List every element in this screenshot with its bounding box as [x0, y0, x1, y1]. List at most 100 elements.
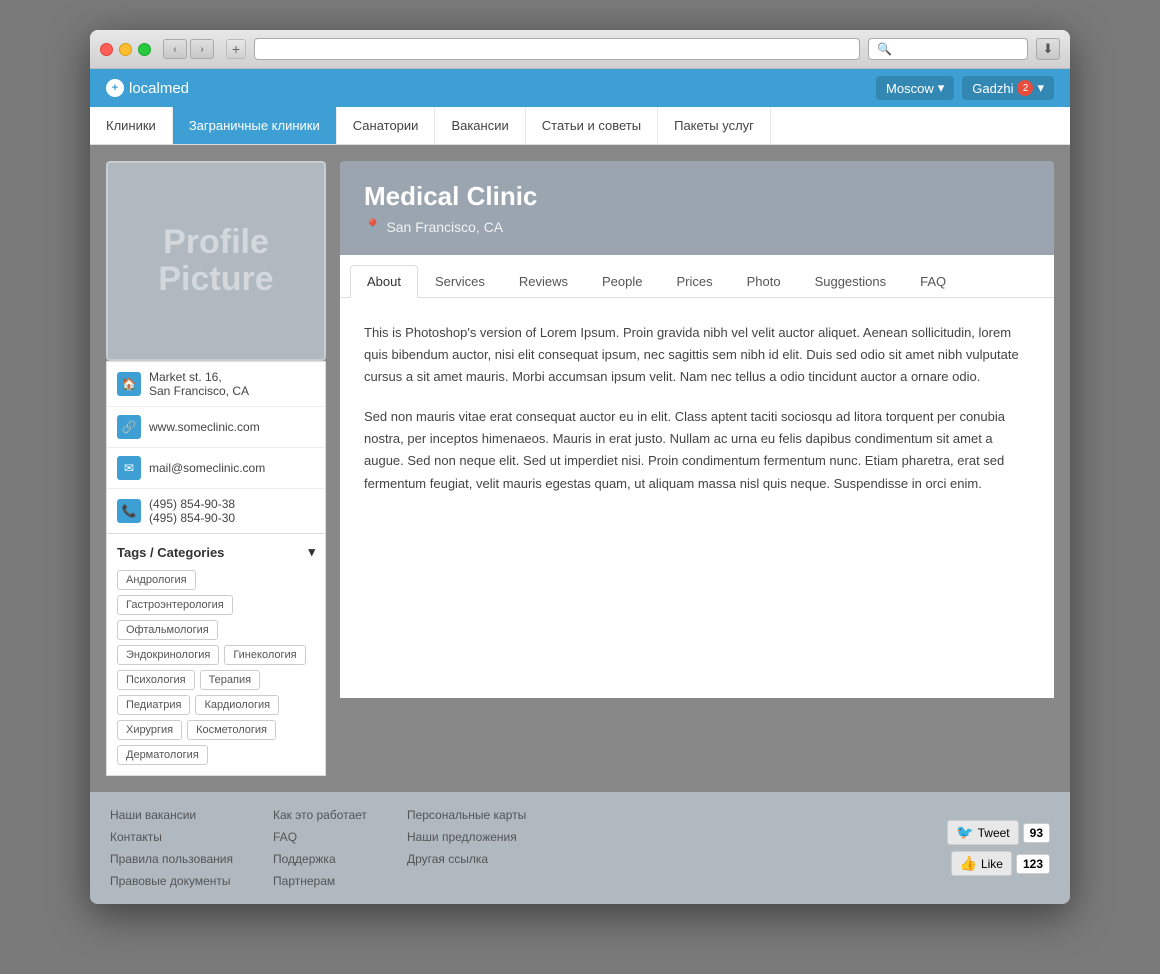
tab-faq[interactable]: FAQ [903, 265, 963, 298]
footer-link-personal-cards[interactable]: Персональные карты [407, 808, 526, 822]
right-panel: Medical Clinic 📍 San Francisco, CA About… [340, 161, 1054, 776]
profile-picture-box: ProfilePicture [106, 161, 326, 361]
search-icon: 🔍 [877, 42, 892, 56]
like-label: Like [981, 857, 1003, 871]
nav-item-vacancies[interactable]: Вакансии [435, 107, 525, 144]
nav-item-articles[interactable]: Статьи и советы [526, 107, 658, 144]
sidebar: ProfilePicture 🏠 Market st. 16, San Fran… [106, 161, 326, 776]
footer-col-2: Как это работает FAQ Поддержка Партнерам [273, 808, 367, 888]
tab-suggestions[interactable]: Suggestions [798, 265, 904, 298]
tabs-container: About Services Reviews People Prices Pho… [340, 255, 1054, 298]
website-row[interactable]: 🔗 www.someclinic.com [107, 407, 325, 448]
tag-item[interactable]: Эндокринология [117, 645, 219, 665]
nav-item-clinics[interactable]: Клиники [90, 107, 173, 144]
clinic-header: Medical Clinic 📍 San Francisco, CA [340, 161, 1054, 255]
social-area: 🐦 Tweet 93 👍 Like 123 [947, 808, 1050, 888]
contact-info: 🏠 Market st. 16, San Francisco, CA 🔗 www… [106, 361, 326, 534]
app-footer: Наши вакансии Контакты Правила пользован… [90, 792, 1070, 904]
phone-row: 📞 (495) 854-90-38 (495) 854-90-30 [107, 489, 325, 533]
tab-prices[interactable]: Prices [659, 265, 729, 298]
clinic-location: 📍 San Francisco, CA [364, 218, 1030, 235]
tweet-button[interactable]: 🐦 Tweet [947, 820, 1018, 845]
tweet-label: Tweet [978, 826, 1010, 840]
forward-button[interactable]: › [190, 39, 214, 59]
tag-item[interactable]: Психология [117, 670, 195, 690]
new-tab-button[interactable]: + [226, 39, 246, 59]
email-row[interactable]: ✉ mail@someclinic.com [107, 448, 325, 489]
browser-search-bar[interactable]: 🔍 [868, 38, 1028, 60]
tag-item[interactable]: Андрология [117, 570, 196, 590]
footer-link-other[interactable]: Другая ссылка [407, 852, 526, 866]
user-button[interactable]: Gadzhi 2 ▾ [962, 76, 1054, 100]
website-text[interactable]: www.someclinic.com [149, 420, 260, 434]
tags-section: Tags / Categories ▾ Андрология Гастроэнт… [106, 534, 326, 776]
nav-item-foreign-clinics[interactable]: Заграничные клиники [173, 107, 337, 144]
browser-titlebar: ‹ › + 🔍 ⬇ [90, 30, 1070, 69]
minimize-button[interactable] [119, 43, 132, 56]
footer-link-partners[interactable]: Партнерам [273, 874, 367, 888]
footer-link-contacts[interactable]: Контакты [110, 830, 233, 844]
tag-item[interactable]: Хирургия [117, 720, 182, 740]
footer-link-rules[interactable]: Правила пользования [110, 852, 233, 866]
facebook-icon: 👍 [960, 855, 977, 872]
tab-photo[interactable]: Photo [730, 265, 798, 298]
address-bar-wrapper [254, 38, 860, 60]
back-button[interactable]: ‹ [163, 39, 187, 59]
nav-item-packages[interactable]: Пакеты услуг [658, 107, 771, 144]
tag-item[interactable]: Офтальмология [117, 620, 218, 640]
tab-reviews[interactable]: Reviews [502, 265, 585, 298]
footer-link-support[interactable]: Поддержка [273, 852, 367, 866]
address-bar[interactable] [254, 38, 860, 60]
tag-item[interactable]: Гинекология [224, 645, 305, 665]
email-icon: ✉ [117, 456, 141, 480]
tag-item[interactable]: Кардиология [195, 695, 279, 715]
nav-item-sanatoriums[interactable]: Санатории [337, 107, 436, 144]
clinic-city: San Francisco, CA [386, 219, 503, 235]
email-text[interactable]: mail@someclinic.com [149, 461, 265, 475]
logo-icon: + [106, 79, 124, 97]
footer-link-how-it-works[interactable]: Как это работает [273, 808, 367, 822]
city-button[interactable]: Moscow ▾ [876, 76, 954, 100]
like-button[interactable]: 👍 Like [951, 851, 1012, 876]
footer-link-legal[interactable]: Правовые документы [110, 874, 233, 888]
tag-item[interactable]: Гастроэнтерология [117, 595, 233, 615]
tag-item[interactable]: Педиатрия [117, 695, 190, 715]
about-paragraph-2: Sed non mauris vitae erat consequat auct… [364, 406, 1030, 494]
about-content: This is Photoshop's version of Lorem Ips… [340, 298, 1054, 698]
tag-item[interactable]: Терапия [200, 670, 261, 690]
traffic-lights [100, 43, 151, 56]
username-label: Gadzhi [972, 81, 1013, 96]
tab-services[interactable]: Services [418, 265, 502, 298]
link-icon: 🔗 [117, 415, 141, 439]
user-chevron-icon: ▾ [1037, 80, 1044, 96]
browser-nav-arrows: ‹ › [163, 39, 214, 59]
nav-bar: Клиники Заграничные клиники Санатории Ва… [90, 107, 1070, 145]
tag-item[interactable]: Дерматология [117, 745, 208, 765]
tab-people[interactable]: People [585, 265, 659, 298]
tags-collapse-icon[interactable]: ▾ [308, 544, 315, 560]
city-label: Moscow [886, 81, 934, 96]
like-count: 123 [1016, 854, 1050, 874]
tab-about[interactable]: About [350, 265, 418, 298]
app-header: + localmed Moscow ▾ Gadzhi 2 ▾ [90, 69, 1070, 107]
profile-picture-placeholder: ProfilePicture [158, 224, 273, 299]
footer-link-faq[interactable]: FAQ [273, 830, 367, 844]
footer-link-vacancies[interactable]: Наши вакансии [110, 808, 233, 822]
close-button[interactable] [100, 43, 113, 56]
notification-badge: 2 [1017, 80, 1033, 96]
maximize-button[interactable] [138, 43, 151, 56]
header-right: Moscow ▾ Gadzhi 2 ▾ [876, 76, 1054, 100]
location-pin-icon: 📍 [364, 218, 381, 235]
logo: + localmed [106, 79, 189, 97]
tags-header: Tags / Categories ▾ [117, 544, 315, 560]
tags-grid: Андрология Гастроэнтерология Офтальмолог… [117, 570, 315, 765]
download-button[interactable]: ⬇ [1036, 38, 1060, 60]
footer-link-our-offers[interactable]: Наши предложения [407, 830, 526, 844]
footer-col-3: Персональные карты Наши предложения Друг… [407, 808, 526, 888]
about-paragraph-1: This is Photoshop's version of Lorem Ips… [364, 322, 1030, 388]
footer-col-1: Наши вакансии Контакты Правила пользован… [110, 808, 233, 888]
tweet-count: 93 [1023, 823, 1050, 843]
address-text: Market st. 16, San Francisco, CA [149, 370, 249, 398]
tag-item[interactable]: Косметология [187, 720, 276, 740]
phone-icon: 📞 [117, 499, 141, 523]
